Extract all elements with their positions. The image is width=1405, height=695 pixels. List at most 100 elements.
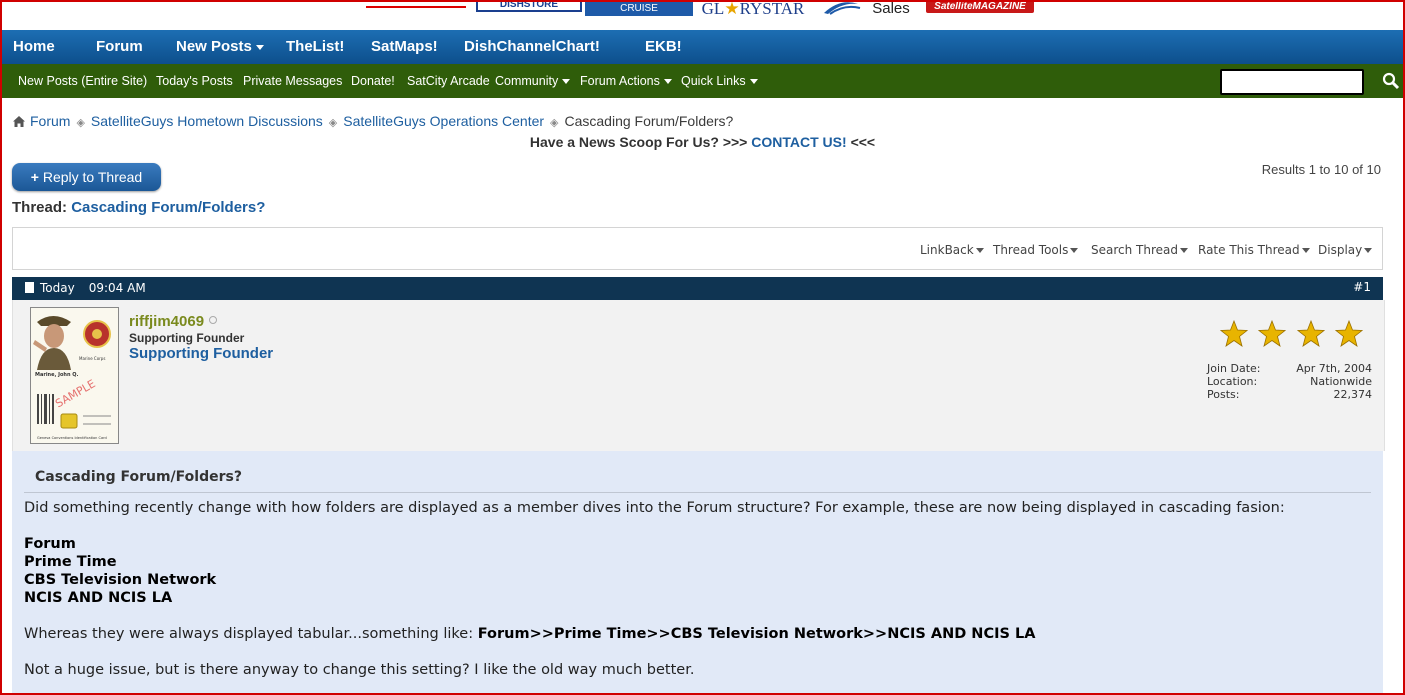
scoop-suffix: <<< [850, 134, 876, 150]
search-thread-label: Search Thread [1091, 243, 1178, 257]
subnav-community[interactable]: Community [495, 64, 571, 98]
post-content: Did something recently change with how f… [24, 497, 1364, 679]
rate-thread-menu[interactable]: Rate This Thread [1198, 228, 1310, 269]
post-number[interactable]: #1 [1353, 277, 1371, 297]
subnav-todays-posts[interactable]: Today's Posts [156, 64, 233, 98]
contact-us-link[interactable]: CONTACT US! [751, 134, 846, 150]
post-paragraph-2-text: Whereas they were always displayed tabul… [24, 626, 478, 642]
display-label: Display [1318, 243, 1363, 257]
glorystar-logo-text-b: RYSTAR [739, 0, 805, 18]
sponsor-logo-1[interactable] [366, 0, 466, 8]
thread-title-link[interactable]: Cascading Forum/Folders? [71, 199, 265, 216]
user-title: Supporting Founder [129, 331, 245, 345]
scoop-prefix: Have a News Scoop For Us? >>> [529, 134, 748, 150]
subnav-donate[interactable]: Donate! [351, 64, 395, 98]
stat-value: Nationwide [1310, 375, 1372, 388]
search-icon[interactable] [1382, 72, 1400, 90]
list-item: CBS Television Network [24, 572, 217, 588]
post-paragraph-2-bold: Forum>>Prime Time>>CBS Television Networ… [477, 626, 1036, 642]
star-icon [1219, 319, 1249, 347]
nav-dishchannelchart[interactable]: DishChannelChart! [464, 30, 600, 64]
chevron-down-icon [663, 79, 672, 85]
subnav-quick-links[interactable]: Quick Links [681, 64, 758, 98]
breadcrumb-operations[interactable]: SatelliteGuys Operations Center [343, 113, 544, 129]
post-title: Cascading Forum/Folders? [35, 469, 242, 485]
cruise-logo[interactable]: CRUISE [585, 0, 693, 16]
nav-new-posts[interactable]: New Posts [176, 30, 264, 64]
avatar-image: Marine Corps Marine, John Q. SAMPLE Gene… [31, 308, 118, 443]
chevron-down-icon [975, 248, 984, 253]
glorystar-logo[interactable]: GL★RYSTAR [697, 0, 809, 18]
post-body: Cascading Forum/Folders? Did something r… [12, 451, 1383, 695]
search-input[interactable] [1220, 69, 1364, 95]
breadcrumb-current: Cascading Forum/Folders? [564, 113, 734, 129]
offline-status-icon [209, 316, 218, 324]
sponsor-logo-swoosh[interactable] [820, 0, 862, 15]
nav-thelist[interactable]: TheList! [286, 30, 344, 64]
star-icon [1335, 319, 1364, 347]
star-icon [1296, 319, 1325, 347]
stat-posts: Posts: 22,374 [1207, 388, 1372, 401]
username[interactable]: riffjim4069 [129, 313, 218, 330]
stat-label: Join Date: [1207, 362, 1261, 375]
nav-satmaps[interactable]: SatMaps! [371, 30, 438, 64]
thread-tools-label: Thread Tools [993, 243, 1069, 257]
username-label: riffjim4069 [129, 313, 205, 330]
chevron-down-icon [1180, 248, 1188, 253]
plus-icon: + [30, 169, 39, 185]
nav-ekb[interactable]: EKB! [645, 30, 682, 64]
search-thread-menu[interactable]: Search Thread [1091, 228, 1188, 269]
nav-forum[interactable]: Forum [96, 30, 143, 64]
swoosh-icon [824, 2, 861, 15]
star-icon [1258, 319, 1287, 347]
thread-tools-menu[interactable]: Thread Tools [993, 228, 1079, 269]
subnav-private-messages[interactable]: Private Messages [243, 64, 342, 98]
reply-to-thread-label: Reply to Thread [42, 169, 143, 185]
subnav-community-label: Community [495, 74, 559, 88]
list-item: NCIS AND NCIS LA [24, 590, 173, 606]
dishstore-logo[interactable]: DISHSTORE [476, 0, 582, 12]
home-icon[interactable] [12, 115, 26, 128]
avatar[interactable]: Marine Corps Marine, John Q. SAMPLE Gene… [30, 307, 119, 444]
breadcrumb-separator-icon: ◈ [76, 117, 85, 129]
breadcrumb-forum[interactable]: Forum [30, 113, 70, 129]
user-stats: Join Date: Apr 7th, 2004 Location: Nationw… [1207, 362, 1372, 401]
main-nav: Home Forum New Posts TheList! SatMaps! D… [2, 30, 1403, 64]
reply-to-thread-button[interactable]: + Reply to Thread [12, 163, 161, 191]
linkback-menu[interactable]: LinkBack [920, 228, 984, 269]
nav-new-posts-label: New Posts [176, 38, 252, 55]
post-header: Today 09:04 AM #1 [12, 277, 1383, 300]
subnav-new-posts-site[interactable]: New Posts (Entire Site) [18, 64, 147, 98]
stat-join-date: Join Date: Apr 7th, 2004 [1207, 362, 1372, 375]
linkback-label: LinkBack [920, 243, 974, 257]
thread-toolbar: LinkBack Thread Tools Search Thread Rate… [12, 227, 1383, 270]
chevron-down-icon [1301, 248, 1310, 253]
sponsor-banner: DISHSTORE CRUISE GL★RYSTAR Sales Satelli… [0, 0, 1405, 30]
avatar-name: Marine, John Q. [35, 372, 79, 378]
display-menu[interactable]: Display [1318, 228, 1373, 269]
subnav-forum-actions[interactable]: Forum Actions [580, 64, 672, 98]
satellite-magazine-logo[interactable]: SatelliteMAGAZINE [926, 0, 1034, 13]
breadcrumb-hometown[interactable]: SatelliteGuys Hometown Discussions [91, 113, 323, 129]
breadcrumb-separator-icon: ◈ [550, 117, 559, 129]
document-icon [25, 282, 34, 293]
subnav-quick-links-label: Quick Links [681, 74, 746, 88]
user-rank: Supporting Founder [129, 345, 274, 362]
post-day: Today [40, 281, 75, 295]
subnav-forum-actions-label: Forum Actions [580, 74, 660, 88]
nav-home[interactable]: Home [13, 30, 55, 64]
thread-label: Thread: [12, 199, 68, 216]
stat-location: Location: Nationwide [1207, 375, 1372, 388]
subnav-satcity-arcade[interactable]: SatCity Arcade [407, 64, 490, 98]
sub-nav: New Posts (Entire Site) Today's Posts Pr… [2, 64, 1403, 98]
reputation-stars [1219, 319, 1369, 353]
list-item: Prime Time [24, 554, 117, 570]
news-scoop-banner: Have a News Scoop For Us? >>> CONTACT US… [0, 134, 1405, 150]
stat-value: Apr 7th, 2004 [1296, 362, 1372, 375]
breadcrumb: Forum ◈ SatelliteGuys Hometown Discussions… [12, 112, 733, 130]
post-date: Today 09:04 AM [25, 277, 146, 300]
glorystar-logo-text-a: GL [701, 0, 725, 18]
thread-title: Thread: Cascading Forum/Folders? [12, 199, 265, 216]
sales-logo[interactable]: Sales [872, 0, 910, 17]
post-time: 09:04 AM [88, 281, 146, 295]
